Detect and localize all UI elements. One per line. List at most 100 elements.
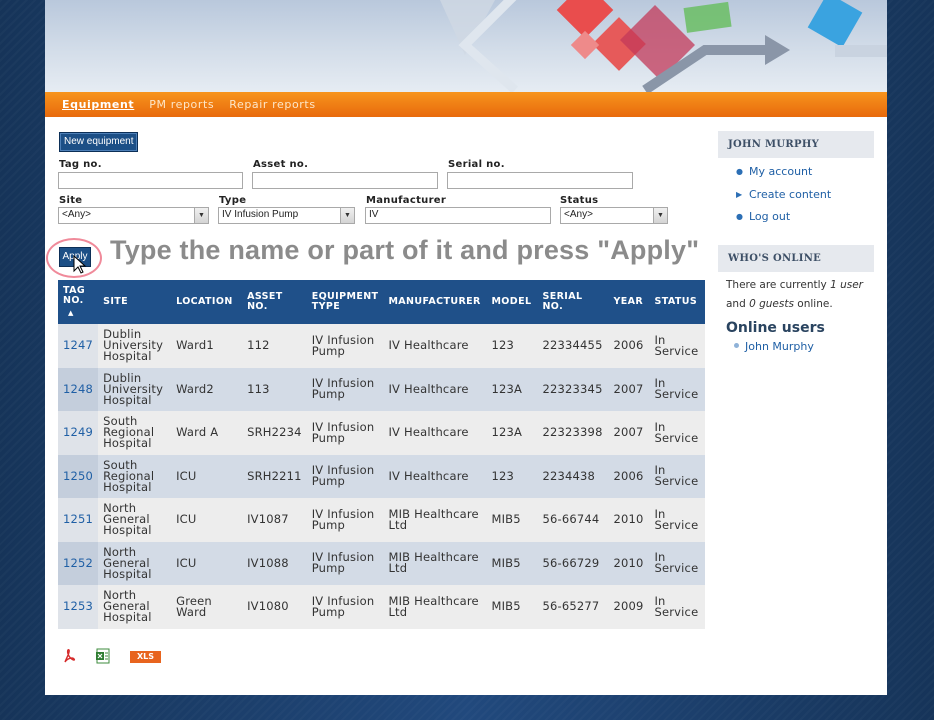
menu-item-create-content[interactable]: ▶ Create content — [736, 187, 874, 210]
year-cell: 2007 — [608, 367, 650, 411]
tag-link[interactable]: 1250 — [58, 454, 99, 498]
chevron-down-icon: ▼ — [653, 208, 667, 223]
type-select[interactable]: IV Infusion Pump ▼ — [218, 207, 355, 224]
nav-pm-reports[interactable]: PM reports — [149, 98, 214, 111]
year-cell: 2006 — [608, 324, 650, 368]
serial-no-input[interactable] — [447, 172, 633, 189]
online-user-count: 1 user — [830, 279, 863, 291]
asset-cell: SRH2234 — [242, 411, 307, 455]
menu-item-my-account[interactable]: ● My account — [736, 164, 874, 187]
new-equipment-button[interactable]: New equipment — [59, 132, 139, 152]
column-header-model[interactable]: MODEL — [486, 280, 538, 324]
type-label: Type — [219, 195, 247, 206]
online-users-list: John Murphy — [718, 336, 874, 353]
column-header-asset[interactable]: ASSET NO. — [242, 280, 307, 324]
status-select-value: <Any> — [564, 209, 593, 220]
column-header-type[interactable]: EQUIPMENT TYPE — [306, 280, 384, 324]
tag-link[interactable]: 1247 — [58, 324, 99, 368]
site-cell: South Regional Hospital — [98, 454, 172, 498]
location-cell: Ward1 — [171, 324, 243, 368]
location-cell: ICU — [171, 541, 243, 585]
status-cell: In Service — [649, 324, 705, 368]
online-users-heading: Online users — [726, 320, 825, 336]
model-cell: 123A — [486, 411, 538, 455]
tag-link[interactable]: 1249 — [58, 411, 99, 455]
column-header-status[interactable]: STATUS — [649, 280, 705, 324]
tag-link[interactable]: 1253 — [58, 585, 99, 629]
asset-no-label: Asset no. — [253, 159, 309, 170]
column-header-site[interactable]: SITE — [98, 280, 172, 324]
bullet-icon — [734, 343, 739, 348]
status-cell: In Service — [649, 541, 705, 585]
header-text: TYPE — [311, 301, 341, 312]
column-header-manufacturer[interactable]: MANUFACTURER — [383, 280, 487, 324]
bullet-icon: ● — [736, 212, 743, 221]
tag-no-label: Tag no. — [59, 159, 102, 170]
header-text: NO. — [542, 301, 564, 312]
header-text: MANUFACTURER — [388, 296, 481, 307]
column-header-location[interactable]: LOCATION — [171, 280, 243, 324]
status-cell: In Service — [649, 585, 705, 629]
menu-item-label: Log out — [749, 210, 791, 223]
site-cell: North General Hospital — [98, 498, 172, 542]
tag-no-input[interactable] — [58, 172, 243, 189]
online-text: and — [726, 298, 750, 310]
equipment-table: TAG NO. ▲ SITE LOCATION ASSET NO. EQUIPME… — [58, 280, 705, 629]
whos-online-heading: WHO'S ONLINE — [718, 245, 874, 272]
year-cell: 2010 — [608, 498, 650, 542]
user-menu-heading: JOHN MURPHY — [718, 131, 874, 158]
manufacturer-cell: MIB Healthcare Ltd — [383, 498, 487, 542]
tag-link[interactable]: 1248 — [58, 367, 99, 411]
pdf-export-icon[interactable] — [62, 648, 76, 668]
header-text: YEAR — [613, 296, 644, 307]
excel-export-icon[interactable] — [95, 648, 111, 668]
manufacturer-cell: IV Healthcare — [383, 367, 487, 411]
column-header-tag[interactable]: TAG NO. ▲ — [58, 280, 99, 324]
year-cell: 2007 — [608, 411, 650, 455]
year-cell: 2009 — [608, 585, 650, 629]
menu-item-label: Create content — [749, 187, 832, 201]
serial-cell: 56-65277 — [537, 585, 609, 629]
column-header-serial[interactable]: SERIAL NO. — [537, 280, 609, 324]
online-user-item[interactable]: John Murphy — [734, 340, 874, 353]
serial-cell: 22323398 — [537, 411, 609, 455]
sort-ascending-icon: ▲ — [68, 309, 74, 317]
year-cell: 2006 — [608, 454, 650, 498]
model-cell: MIB5 — [486, 585, 538, 629]
table-row: 1253 North General Hospital Green Ward I… — [58, 585, 705, 629]
asset-no-input[interactable] — [252, 172, 438, 189]
type-cell: IV Infusion Pump — [306, 411, 384, 455]
site-select[interactable]: <Any> ▼ — [58, 207, 209, 224]
site-cell: Dublin University Hospital — [98, 324, 172, 368]
chevron-down-icon: ▼ — [340, 208, 354, 223]
header-text: MODEL — [491, 296, 532, 307]
manufacturer-input[interactable]: IV — [365, 207, 551, 224]
manufacturer-cell: MIB Healthcare Ltd — [383, 541, 487, 585]
site-cell: North General Hospital — [98, 585, 172, 629]
nav-equipment[interactable]: Equipment — [62, 98, 134, 111]
triangle-bullet-icon: ▶ — [736, 189, 743, 199]
asset-cell: SRH2211 — [242, 454, 307, 498]
column-header-year[interactable]: YEAR — [608, 280, 650, 324]
tag-link[interactable]: 1251 — [58, 498, 99, 542]
site-cell: North General Hospital — [98, 541, 172, 585]
asset-cell: IV1088 — [242, 541, 307, 585]
manufacturer-cell: MIB Healthcare Ltd — [383, 585, 487, 629]
nav-repair-reports[interactable]: Repair reports — [229, 98, 315, 111]
manufacturer-label: Manufacturer — [366, 195, 447, 206]
online-user-name: John Murphy — [745, 340, 814, 353]
xls-export-button[interactable]: XLS — [130, 651, 161, 663]
type-cell: IV Infusion Pump — [306, 541, 384, 585]
online-guest-count: 0 guests — [749, 298, 794, 310]
header-text: STATUS — [654, 296, 698, 307]
bullet-icon: ● — [736, 167, 743, 176]
table-row: 1251 North General Hospital ICU IV1087 I… — [58, 498, 705, 542]
asset-cell: IV1087 — [242, 498, 307, 542]
menu-item-log-out[interactable]: ● Log out — [736, 209, 874, 232]
table-row: 1250 South Regional Hospital ICU SRH2211… — [58, 454, 705, 498]
mouse-cursor-icon — [73, 255, 87, 274]
model-cell: 123 — [486, 324, 538, 368]
site-label: Site — [59, 195, 83, 206]
tag-link[interactable]: 1252 — [58, 541, 99, 585]
status-select[interactable]: <Any> ▼ — [560, 207, 668, 224]
